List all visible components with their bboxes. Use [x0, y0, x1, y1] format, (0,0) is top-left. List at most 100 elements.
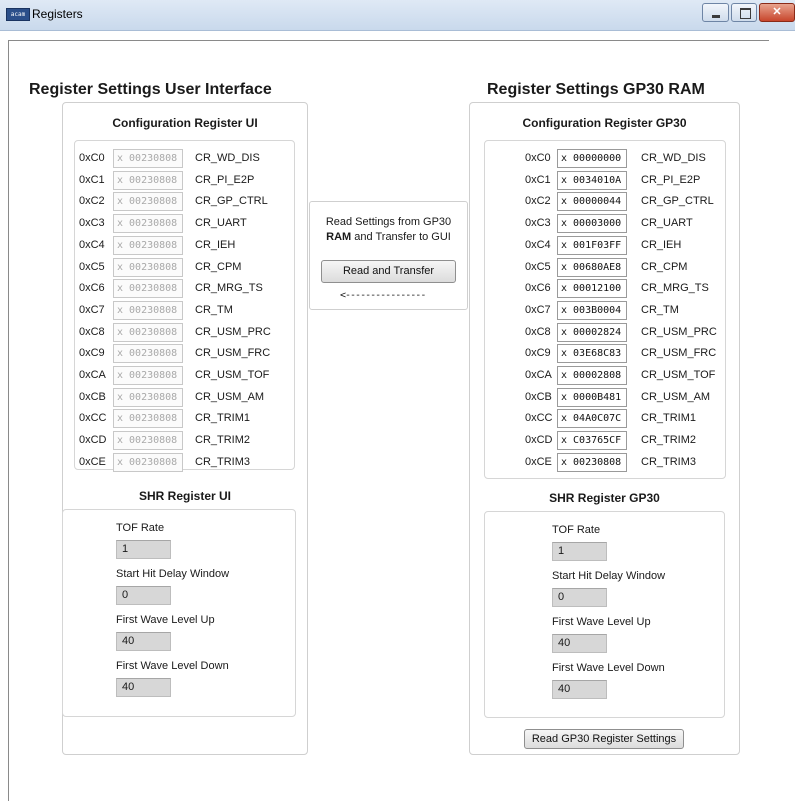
register-name: CR_CPM	[641, 260, 688, 273]
register-address: 0xCC	[525, 412, 553, 425]
register-name: CR_UART	[641, 217, 693, 230]
register-value-field[interactable]: x 0000B481	[557, 387, 627, 407]
register-name: CR_WD_DIS	[641, 152, 706, 164]
right-shr-box: TOF Rate 1 Start Hit Delay Window 0 First Wa…	[484, 511, 725, 718]
shr-value-field: 40	[116, 678, 171, 697]
register-name: CR_PI_E2P	[195, 173, 255, 186]
register-address: 0xC8	[525, 325, 551, 338]
register-value-field[interactable]: x 003B0004	[557, 300, 627, 320]
register-address: 0xC3	[79, 217, 105, 230]
register-row: 0xC5 x 00230808 CR_CPM	[75, 257, 294, 279]
register-address: 0xC6	[525, 282, 551, 295]
minimize-button[interactable]	[702, 3, 729, 22]
close-icon: ✕	[772, 6, 782, 18]
right-register-box: 0xC0 x 00000000 CR_WD_DIS 0xC1 x 0034010A CR_…	[484, 140, 726, 479]
shr-value-field: 0	[116, 586, 171, 605]
shr-value-field: 40	[116, 632, 171, 651]
shr-value-field: 0	[552, 588, 607, 607]
register-row: 0xC7 x 003B0004 CR_TM	[485, 300, 725, 322]
register-address: 0xCB	[79, 390, 106, 403]
register-address: 0xC2	[79, 195, 105, 208]
register-value-field[interactable]: x C03765CF	[557, 431, 627, 451]
register-value-field: x 00230808	[113, 170, 183, 190]
register-address: 0xC7	[79, 303, 105, 316]
register-value-field[interactable]: x 00230808	[557, 452, 627, 472]
register-row: 0xCC x 00230808 CR_TRIM1	[75, 409, 294, 430]
register-row: 0xC2 x 00230808 CR_GP_CTRL	[75, 192, 294, 213]
register-address: 0xC1	[525, 173, 551, 186]
register-value-field: x 00230808	[113, 149, 183, 168]
left-shr-box: TOF Rate 1 Start Hit Delay Window 0 First Wa…	[62, 509, 296, 717]
register-name: CR_USM_TOF	[195, 369, 270, 381]
close-button[interactable]: ✕	[759, 3, 795, 22]
register-value-field[interactable]: x 0034010A	[557, 170, 627, 190]
register-row: 0xCC x 04A0C07C CR_TRIM1	[485, 409, 725, 430]
register-value-field[interactable]: x 001F03FF	[557, 235, 627, 255]
register-address: 0xCD	[525, 434, 553, 447]
register-address: 0xCC	[79, 412, 107, 425]
register-value-field[interactable]: x 00002808	[557, 366, 627, 385]
register-name: CR_USM_AM	[641, 390, 711, 403]
register-value-field: x 00230808	[113, 366, 183, 385]
register-row: 0xCD x 00230808 CR_TRIM2	[75, 431, 294, 452]
register-row: 0xCB x 00230808 CR_USM_AM	[75, 387, 294, 409]
register-value-field: x 00230808	[113, 387, 183, 407]
register-address: 0xCA	[79, 369, 106, 381]
register-row: 0xC0 x 00230808 CR_WD_DIS	[75, 149, 294, 170]
register-name: CR_IEH	[641, 238, 682, 251]
register-name: CR_GP_CTRL	[641, 195, 714, 208]
register-row: 0xC6 x 00230808 CR_MRG_TS	[75, 279, 294, 300]
register-value-field[interactable]: x 00000044	[557, 192, 627, 212]
register-row: 0xC4 x 001F03FF CR_IEH	[485, 235, 725, 257]
register-address: 0xC5	[525, 260, 551, 273]
register-name: CR_GP_CTRL	[195, 195, 268, 208]
register-value-field[interactable]: x 00012100	[557, 279, 627, 299]
title-bar: acam Registers ✕	[0, 0, 795, 31]
register-value-field[interactable]: x 00003000	[557, 214, 627, 234]
left-shr-title: SHR Register UI	[138, 489, 232, 503]
register-row: 0xCB x 0000B481 CR_USM_AM	[485, 387, 725, 409]
register-name: CR_USM_FRC	[195, 347, 271, 360]
register-row: 0xC9 x 03E68C83 CR_USM_FRC	[485, 344, 725, 365]
read-and-transfer-button[interactable]: Read and Transfer	[321, 260, 456, 283]
register-address: 0xC1	[79, 173, 105, 186]
transfer-text-bold: RAM	[326, 231, 352, 243]
register-address: 0xC9	[79, 347, 105, 360]
register-row: 0xC1 x 0034010A CR_PI_E2P	[485, 170, 725, 192]
maximize-button[interactable]	[731, 3, 757, 22]
maximize-icon	[740, 8, 751, 19]
read-gp30-register-settings-button[interactable]: Read GP30 Register Settings	[524, 729, 684, 749]
register-address: 0xCD	[79, 434, 107, 447]
register-row: 0xCE x 00230808 CR_TRIM3	[485, 452, 725, 474]
register-value-field[interactable]: x 00680AE8	[557, 257, 627, 277]
register-value-field: x 00230808	[113, 279, 183, 299]
transfer-text-rest: and Transfer to GUI	[351, 231, 451, 243]
register-address: 0xC6	[79, 282, 105, 295]
register-address: 0xC0	[79, 152, 105, 164]
register-row: 0xC3 x 00003000 CR_UART	[485, 214, 725, 235]
register-value-field: x 00230808	[113, 409, 183, 429]
register-name: CR_MRG_TS	[195, 282, 263, 295]
register-name: CR_USM_TOF	[641, 369, 716, 381]
register-value-field: x 00230808	[113, 300, 183, 320]
shr-label: Start Hit Delay Window	[552, 570, 666, 582]
shr-label: TOF Rate	[116, 522, 165, 534]
transfer-arrow: <----------------	[340, 290, 426, 301]
register-value-field[interactable]: x 00002824	[557, 322, 627, 342]
register-value-field: x 00230808	[113, 257, 183, 277]
register-name: CR_TRIM1	[641, 412, 697, 425]
register-value-field: x 00230808	[113, 192, 183, 212]
register-value-field[interactable]: x 03E68C83	[557, 344, 627, 364]
register-address: 0xC9	[525, 347, 551, 360]
register-address: 0xCB	[525, 390, 552, 403]
register-address: 0xCE	[525, 455, 552, 468]
shr-value-field: 1	[116, 540, 171, 559]
register-row: 0xC1 x 00230808 CR_PI_E2P	[75, 170, 294, 192]
shr-label: First Wave Level Up	[116, 614, 215, 626]
register-value-field[interactable]: x 04A0C07C	[557, 409, 627, 429]
register-name: CR_TM	[641, 303, 679, 316]
right-config-title: Configuration Register GP30	[522, 116, 687, 130]
register-value-field[interactable]: x 00000000	[557, 149, 627, 168]
shr-label: First Wave Level Down	[116, 660, 229, 672]
register-row: 0xC0 x 00000000 CR_WD_DIS	[485, 149, 725, 170]
